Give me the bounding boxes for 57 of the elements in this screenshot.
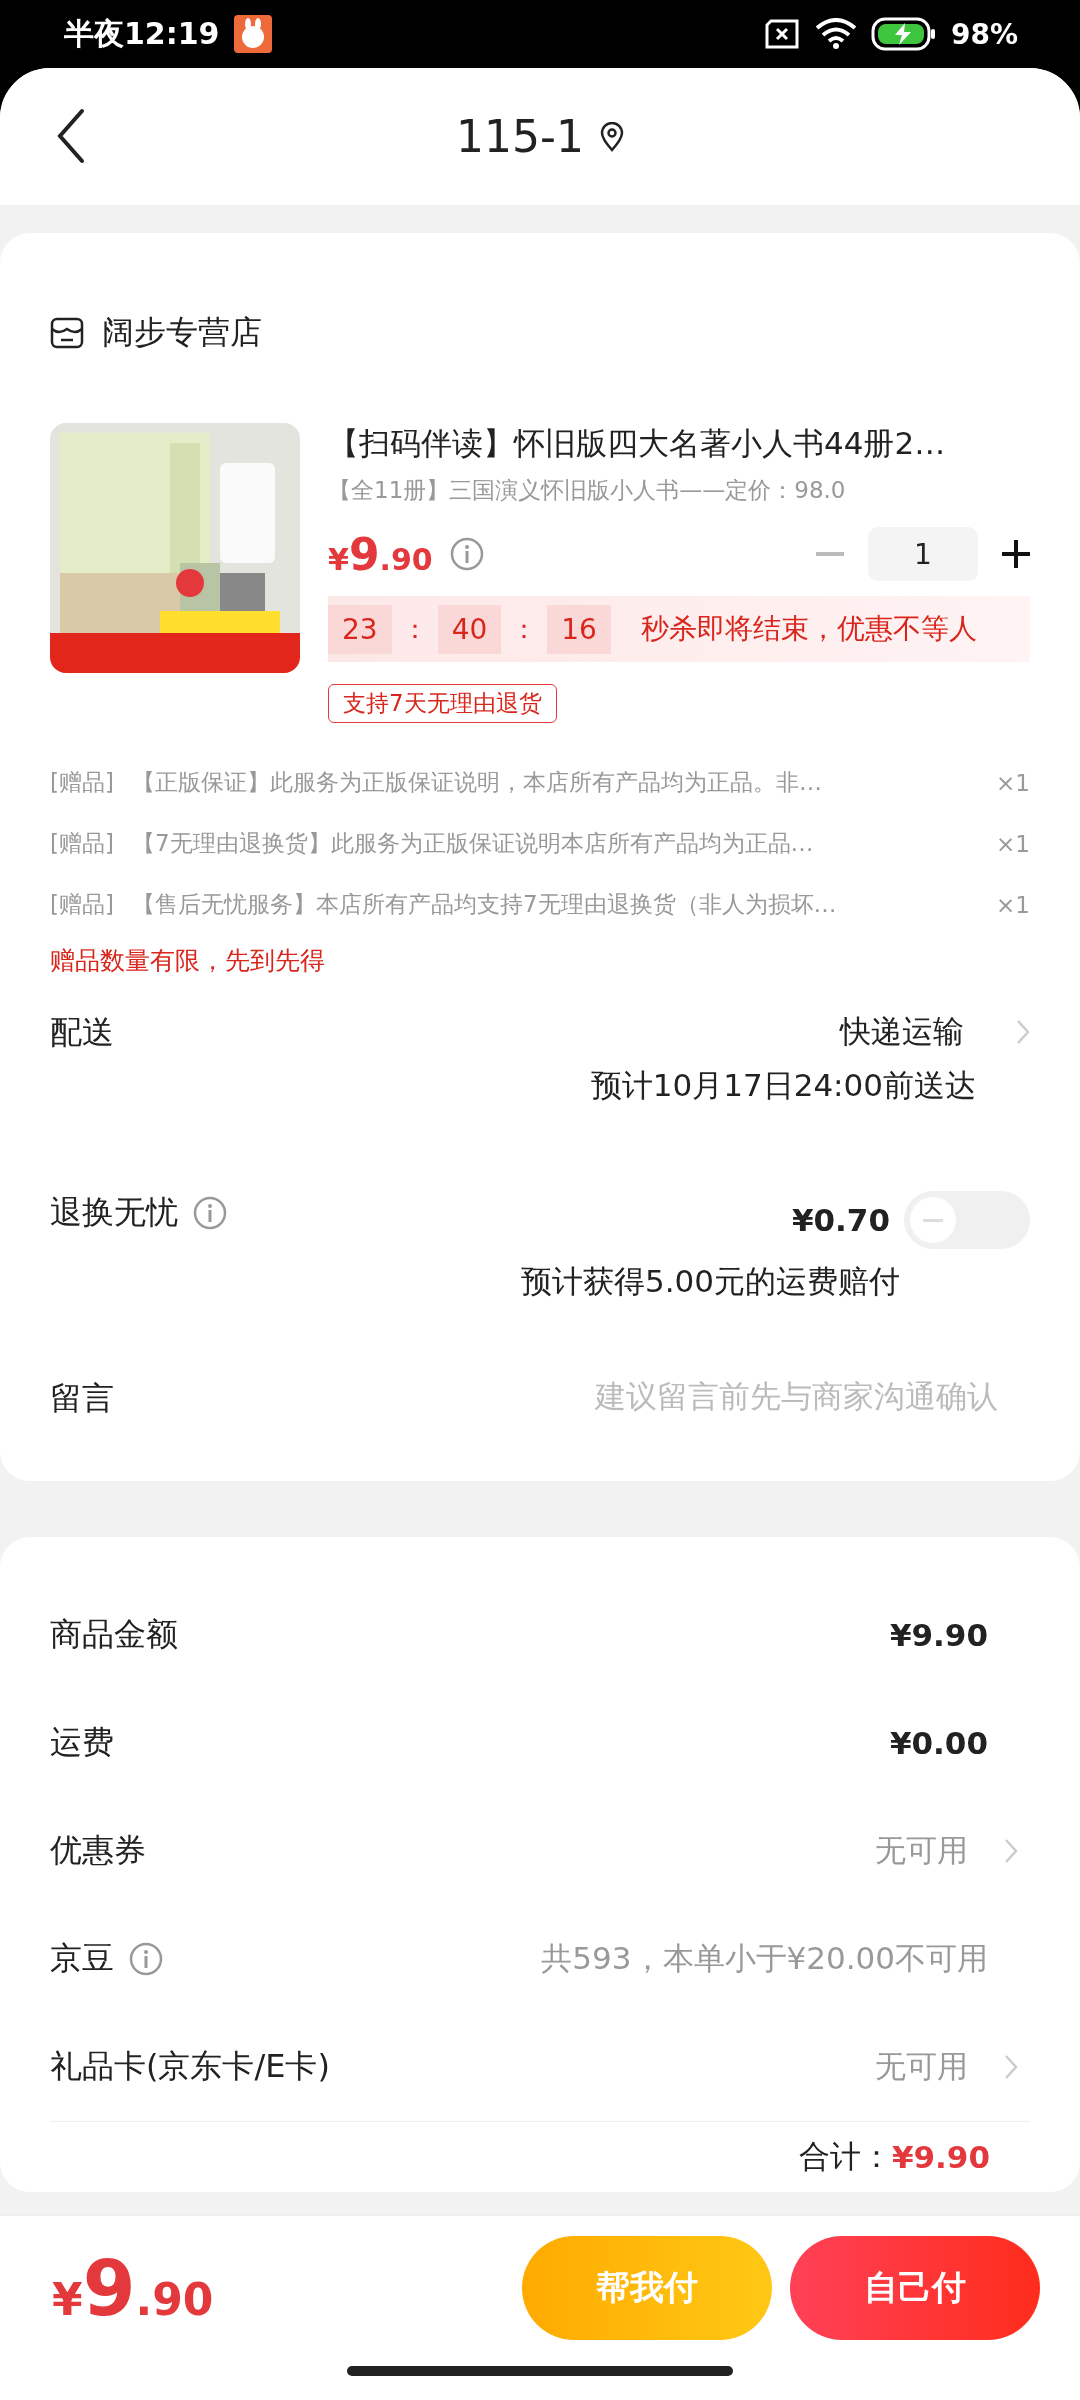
promo-text: 秒杀即将结束，优惠不等人: [640, 611, 977, 647]
return-insurance-label: 退换无忧: [50, 1192, 178, 1233]
summary-label: 京豆: [50, 1938, 114, 1979]
summary-value: ¥0.00: [889, 1725, 988, 1761]
summary-label: 礼品卡(京东卡/E卡): [50, 2046, 330, 2087]
countdown-separator: ：: [401, 612, 428, 646]
countdown-digits: 23: [328, 604, 392, 654]
chevron-right-icon: [1004, 1838, 1018, 1864]
message-label: 留言: [50, 1378, 114, 1419]
quantity-field[interactable]: 1: [868, 527, 978, 581]
chevron-right-icon: [1004, 2054, 1018, 2080]
gift-count: ×1: [996, 891, 1030, 918]
gift-label: [赠品]: [50, 829, 114, 858]
gift-description: 【售后无忧服务】本店所有产品均支持7无理由退换货（非人为损坏…: [131, 890, 838, 919]
product-price: ¥9.90: [328, 528, 433, 580]
info-icon[interactable]: [192, 1195, 228, 1231]
product-title[interactable]: 【扫码伴读】怀旧版四大名著小人书44册2…: [328, 423, 1030, 465]
gift-count: ×1: [996, 769, 1030, 796]
gift-description: 【正版保证】此服务为正版保证说明，本店所有产品均为正品。非…: [131, 768, 823, 797]
countdown-digits: 40: [437, 604, 502, 654]
info-icon[interactable]: [128, 1941, 164, 1977]
summary-value: 共593，本单小于¥20.00不可用: [541, 1939, 988, 1978]
delivery-eta: 预计10月17日24:00前送达: [590, 1066, 976, 1105]
pay-button[interactable]: 自己付: [790, 2236, 1040, 2340]
store-icon: [50, 317, 84, 349]
chevron-right-icon: [1016, 1019, 1030, 1045]
gift-description: 【7无理由退换货】此服务为正版保证说明本店所有产品均为正品…: [131, 829, 815, 858]
store-name[interactable]: 阔步专营店: [102, 311, 262, 355]
info-icon[interactable]: [448, 536, 485, 572]
wifi-icon: [814, 18, 857, 50]
summary-label: 商品金额: [50, 1614, 178, 1655]
return-policy-tag: 支持7天无理由退货: [328, 684, 557, 723]
total-amount: ¥9.90: [891, 2139, 990, 2175]
gift-label: [赠品]: [50, 890, 114, 919]
gift-label: [赠品]: [50, 768, 114, 797]
compensation-note: 预计获得5.00元的运费赔付: [520, 1262, 900, 1301]
gift-count: ×1: [996, 830, 1030, 857]
product-subtitle: 【全11册】三国演义怀旧版小人书——定价：98.0: [328, 476, 847, 505]
countdown-separator: ：: [511, 612, 538, 646]
back-icon[interactable]: [56, 108, 86, 164]
return-insurance-price: ¥0.70: [791, 1202, 890, 1238]
battery-icon: [870, 17, 937, 51]
plus-icon[interactable]: [1002, 540, 1030, 568]
summary-value: ¥9.90: [889, 1617, 988, 1653]
battery-percent: 98%: [950, 17, 1018, 51]
location-pin-icon[interactable]: [599, 121, 624, 152]
countdown-digits: 16: [547, 604, 611, 654]
delivery-label: 配送: [50, 1012, 114, 1053]
notification-icon: [233, 15, 272, 53]
total-label: 合计：: [798, 2137, 892, 2176]
page-title: 115-1: [456, 111, 584, 162]
summary-label: 运费: [50, 1722, 114, 1763]
footer-price: ¥9.90: [52, 2243, 214, 2333]
delivery-method[interactable]: 快递运输: [840, 1011, 964, 1053]
summary-label: 优惠券: [50, 1830, 146, 1871]
gift-note: 赠品数量有限，先到先得: [50, 945, 326, 977]
status-time: 半夜12:19: [64, 14, 220, 53]
